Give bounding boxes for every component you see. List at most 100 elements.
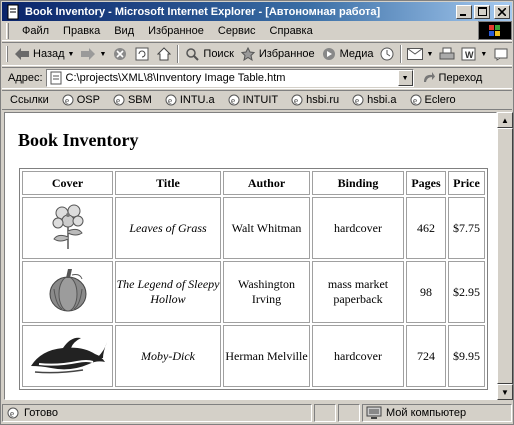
flower-image xyxy=(52,204,83,249)
pages-cell: 98 xyxy=(406,261,446,323)
discuss-icon xyxy=(493,46,509,62)
pumpkin-image xyxy=(49,269,86,312)
window-title: Book Inventory - Microsoft Internet Expl… xyxy=(25,5,381,18)
ie-page-icon: e xyxy=(7,407,19,418)
vertical-scrollbar[interactable]: ▲ ▼ xyxy=(497,112,513,400)
link-label: INTUIT xyxy=(242,94,279,106)
maximize-button[interactable] xyxy=(474,4,490,19)
chevron-down-icon[interactable]: ▼ xyxy=(99,51,106,58)
status-panel-empty xyxy=(314,403,336,422)
stop-button[interactable] xyxy=(109,44,131,64)
menu-file[interactable]: Файл xyxy=(15,22,56,40)
svg-text:e: e xyxy=(10,408,14,418)
media-button[interactable]: Медиа xyxy=(318,44,377,64)
edit-button[interactable]: W ▼ xyxy=(458,44,490,64)
forward-button[interactable]: ▼ xyxy=(77,44,109,64)
toolbar-grip[interactable] xyxy=(6,46,8,62)
scroll-down-button[interactable]: ▼ xyxy=(497,384,513,400)
header-author: Author xyxy=(223,171,310,195)
link-intuit[interactable]: e INTUIT xyxy=(221,93,284,107)
ie-page-icon: e xyxy=(113,94,125,106)
back-label: Назад xyxy=(33,48,65,60)
svg-text:e: e xyxy=(413,96,417,106)
link-label: hsbi.ru xyxy=(306,94,340,106)
chevron-down-icon[interactable]: ▼ xyxy=(480,51,487,58)
print-button[interactable] xyxy=(436,44,458,64)
link-label: INTU.a xyxy=(179,94,215,106)
link-label: hsbi.a xyxy=(367,94,397,106)
page-icon xyxy=(50,71,62,85)
svg-text:e: e xyxy=(168,96,172,106)
link-eclero[interactable]: e Eclero xyxy=(403,93,462,107)
pages-cell: 724 xyxy=(406,325,446,387)
minimize-button[interactable] xyxy=(456,4,472,19)
whale-image xyxy=(30,337,107,374)
address-bar: Адрес: C:\projects\XML\8\Inventory Image… xyxy=(2,67,512,89)
chevron-down-icon[interactable]: ▼ xyxy=(68,51,75,58)
link-intu-a[interactable]: e INTU.a xyxy=(158,93,221,107)
svg-text:e: e xyxy=(355,96,359,106)
link-osp[interactable]: e OSP xyxy=(55,93,106,107)
scroll-up-button[interactable]: ▲ xyxy=(497,112,513,128)
favorites-label: Избранное xyxy=(258,48,315,60)
link-hsbi-ru[interactable]: e hsbi.ru xyxy=(284,93,345,107)
chevron-down-icon[interactable]: ▼ xyxy=(426,51,433,58)
browser-window: Book Inventory - Microsoft Internet Expl… xyxy=(0,0,514,425)
title-bar[interactable]: Book Inventory - Microsoft Internet Expl… xyxy=(2,2,512,21)
mail-button[interactable]: ▼ xyxy=(404,44,436,64)
document-icon xyxy=(7,4,19,19)
media-label: Медиа xyxy=(339,48,374,60)
history-button[interactable] xyxy=(376,44,398,64)
svg-text:e: e xyxy=(231,96,235,106)
chevron-down-icon[interactable]: ▼ xyxy=(397,70,413,86)
go-button[interactable]: Переход xyxy=(422,71,482,85)
address-input[interactable]: C:\projects\XML\8\Inventory Image Table.… xyxy=(45,69,414,87)
header-title: Title xyxy=(115,171,221,195)
back-button[interactable]: Назад ▼ xyxy=(11,44,77,64)
header-cover: Cover xyxy=(22,171,113,195)
table-header-row: Cover Title Author Binding Pages Price xyxy=(22,171,485,195)
table-row: Moby-Dick Herman Melville hardcover 724 … xyxy=(22,325,485,387)
home-button[interactable] xyxy=(153,44,175,64)
binding-cell: mass market paperback xyxy=(312,261,404,323)
toolbar-separator xyxy=(177,45,180,63)
header-price: Price xyxy=(448,171,485,195)
links-label: Ссылки xyxy=(10,94,49,106)
close-button[interactable] xyxy=(494,4,510,19)
link-label: OSP xyxy=(76,94,100,106)
favorites-icon xyxy=(240,46,256,62)
history-icon xyxy=(379,46,395,62)
links-bar: Ссылки e OSP e SBM e INTU.a e INTUIT e h… xyxy=(2,90,512,110)
ie-page-icon: e xyxy=(228,94,240,106)
pages-cell: 462 xyxy=(406,197,446,259)
binding-cell: hardcover xyxy=(312,197,404,259)
windows-logo-icon xyxy=(478,21,512,40)
link-hsbi-a[interactable]: e hsbi.a xyxy=(345,93,402,107)
standard-toolbar: Назад ▼ ▼ Поиск Избранное Медиа ▼ W ▼ xyxy=(2,42,512,66)
refresh-button[interactable] xyxy=(131,44,153,64)
title-cell: Leaves of Grass xyxy=(115,197,221,259)
svg-text:e: e xyxy=(294,96,298,106)
favorites-button[interactable]: Избранное xyxy=(237,44,318,64)
link-sbm[interactable]: e SBM xyxy=(106,93,158,107)
menu-view[interactable]: Вид xyxy=(107,22,141,40)
printer-icon xyxy=(439,46,455,62)
author-cell: Walt Whitman xyxy=(223,197,310,259)
page-title: Book Inventory xyxy=(18,130,139,150)
security-zone-text: Мой компьютер xyxy=(386,406,467,419)
menu-favorites[interactable]: Избранное xyxy=(141,22,211,40)
menu-help[interactable]: Справка xyxy=(263,22,320,40)
scroll-thumb[interactable] xyxy=(497,128,513,384)
search-label: Поиск xyxy=(203,48,234,60)
title-cell: The Legend of Sleepy Hollow xyxy=(115,261,221,323)
status-text: Готово xyxy=(24,406,58,419)
menu-tools[interactable]: Сервис xyxy=(211,22,263,40)
toolbar-grip[interactable] xyxy=(6,22,9,39)
table-row: Leaves of Grass Walt Whitman hardcover 4… xyxy=(22,197,485,259)
ie-page-icon: e xyxy=(291,94,303,106)
forward-arrow-icon xyxy=(80,46,96,62)
discuss-button[interactable] xyxy=(490,44,512,64)
search-button[interactable]: Поиск xyxy=(181,44,236,64)
menu-edit[interactable]: Правка xyxy=(56,22,107,40)
cover-cell xyxy=(22,261,113,323)
